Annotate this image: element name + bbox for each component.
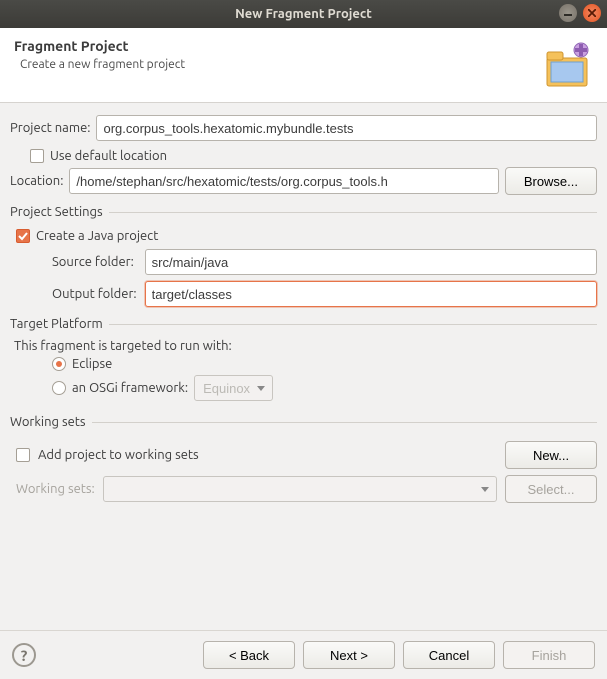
cancel-button[interactable]: Cancel <box>403 641 495 669</box>
add-to-working-sets-checkbox[interactable] <box>16 448 30 462</box>
minimize-icon <box>564 9 572 17</box>
working-sets-group: Working sets Add project to working sets… <box>10 415 597 509</box>
titlebar: New Fragment Project <box>0 0 607 28</box>
create-java-project-checkbox[interactable] <box>16 229 30 243</box>
minimize-button[interactable] <box>559 4 577 22</box>
source-folder-input[interactable] <box>145 249 597 275</box>
create-java-project-label: Create a Java project <box>36 229 158 243</box>
target-platform-legend: Target Platform <box>10 317 109 331</box>
window-title: New Fragment Project <box>235 7 372 21</box>
osgi-radio-label: an OSGi framework: <box>72 381 188 395</box>
target-platform-description: This fragment is targeted to run with: <box>14 339 597 353</box>
location-input[interactable] <box>69 168 498 194</box>
page-title: Fragment Project <box>14 38 539 54</box>
eclipse-radio[interactable] <box>52 357 66 371</box>
source-folder-label: Source folder: <box>52 255 137 269</box>
page-subtitle: Create a new fragment project <box>20 58 539 71</box>
close-button[interactable] <box>583 4 601 22</box>
project-name-label: Project name: <box>10 121 90 135</box>
eclipse-radio-label: Eclipse <box>72 357 112 371</box>
working-sets-legend: Working sets <box>10 415 92 429</box>
project-name-input[interactable] <box>96 115 597 141</box>
checkmark-icon <box>18 231 28 241</box>
add-to-working-sets-label: Add project to working sets <box>38 448 497 462</box>
working-sets-select[interactable] <box>103 476 497 502</box>
location-label: Location: <box>10 174 63 188</box>
select-working-set-button[interactable]: Select... <box>505 475 597 503</box>
back-button[interactable]: < Back <box>203 641 295 669</box>
osgi-framework-select[interactable]: Equinox <box>194 375 273 401</box>
project-settings-legend: Project Settings <box>10 205 109 219</box>
project-settings-group: Project Settings Create a Java project S… <box>10 205 597 307</box>
new-working-set-button[interactable]: New... <box>505 441 597 469</box>
browse-button[interactable]: Browse... <box>505 167 597 195</box>
next-button[interactable]: Next > <box>303 641 395 669</box>
output-folder-input[interactable] <box>145 281 597 307</box>
use-default-location-label: Use default location <box>50 149 167 163</box>
wizard-header: Fragment Project Create a new fragment p… <box>0 28 607 103</box>
use-default-location-checkbox[interactable] <box>30 149 44 163</box>
finish-button[interactable]: Finish <box>503 641 595 669</box>
target-platform-group: Target Platform This fragment is targete… <box>10 317 597 405</box>
help-button[interactable]: ? <box>12 643 36 667</box>
fragment-wizard-icon <box>539 38 593 92</box>
wizard-button-bar: ? < Back Next > Cancel Finish <box>0 630 607 679</box>
help-icon: ? <box>21 647 28 664</box>
osgi-radio[interactable] <box>52 381 66 395</box>
output-folder-label: Output folder: <box>52 287 137 301</box>
close-icon <box>588 9 596 17</box>
working-sets-label: Working sets: <box>16 482 95 496</box>
